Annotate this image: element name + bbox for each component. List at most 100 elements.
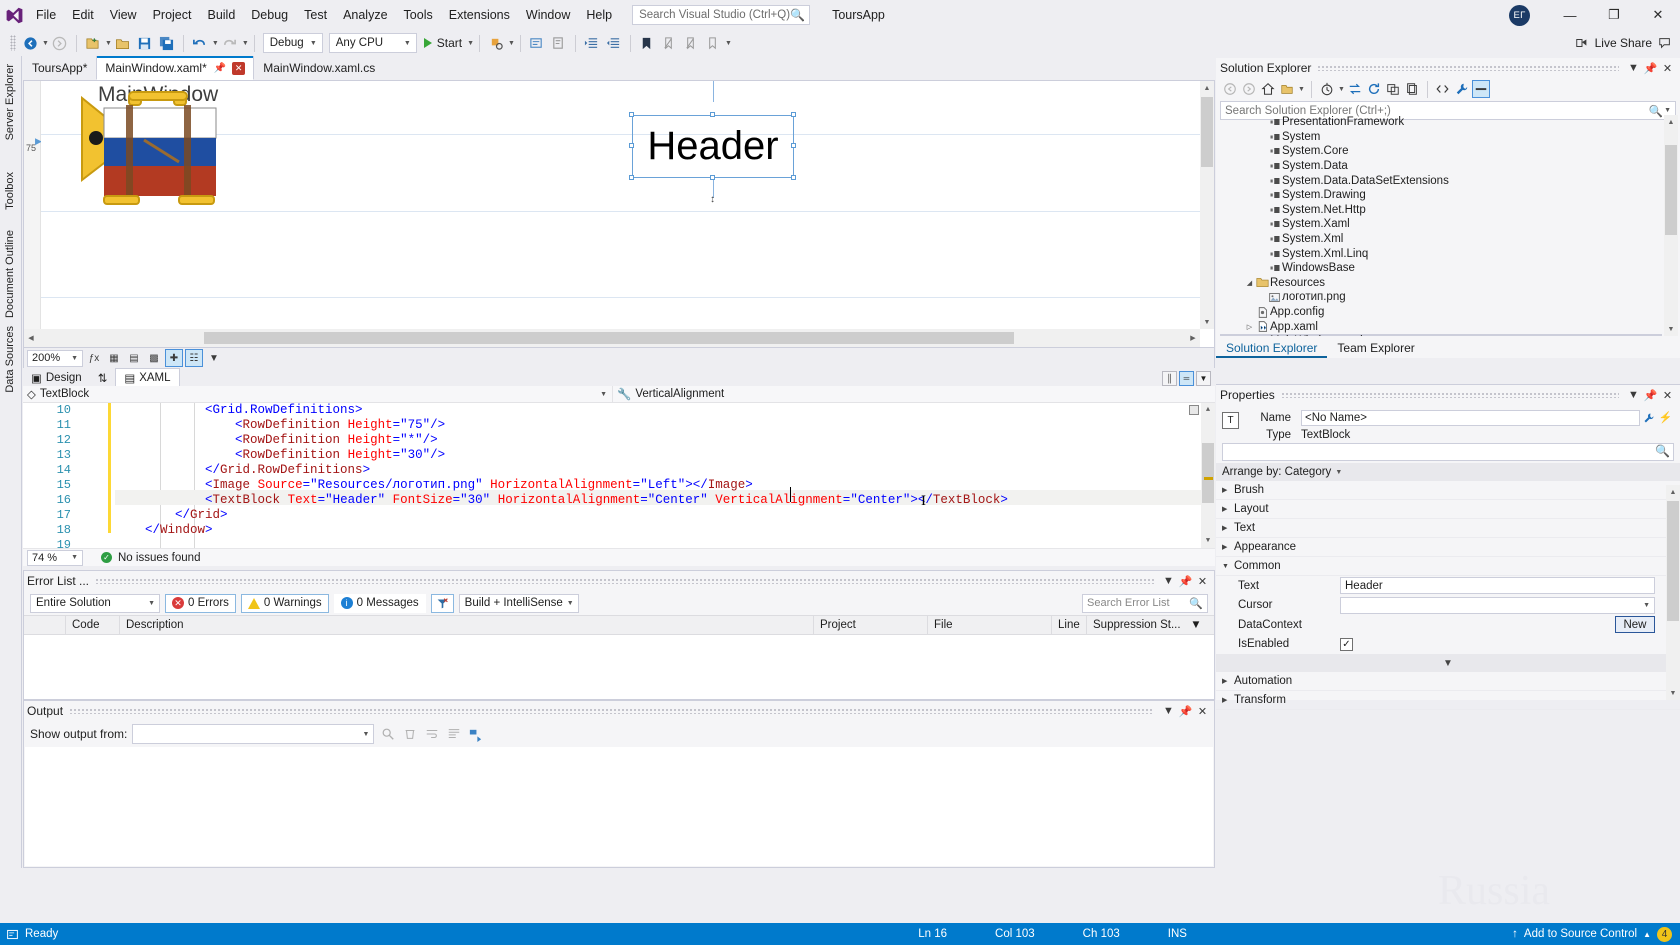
solution-tree[interactable]: PresentationFramework System System.Core Sy… [1220,115,1662,336]
sidebar-item-toolbox[interactable]: Toolbox [0,164,22,218]
messages-toggle[interactable]: i 0 Messages [333,593,426,613]
properties-category-common[interactable]: ▼ Common [1216,557,1680,576]
error-list-dropdown-icon[interactable]: ▼ [1160,573,1177,590]
property-datacontext-new-button[interactable]: New [1615,616,1655,634]
code-line[interactable]: 15 <Image Source="Resources/логотип.png"… [23,478,1215,493]
resize-handle-se[interactable] [791,175,796,180]
properties-category-layout[interactable]: ▶ Layout [1216,500,1680,519]
props-pin-icon[interactable]: 📌 [1642,387,1659,404]
col-suppression[interactable]: Suppression St... [1087,615,1187,635]
menu-edit[interactable]: Edit [64,4,102,26]
sidebar-item-document-outline[interactable]: Document Outline [0,222,22,326]
se-sync-icon[interactable] [1346,80,1364,98]
resize-handle-n[interactable] [710,112,715,117]
code-line[interactable]: 18 </Window> [23,523,1215,538]
output-source-combo[interactable]: ▼ [132,724,375,744]
properties-scrollbar[interactable]: ▲ ▼ [1666,485,1680,700]
navigate-forward-button[interactable] [49,32,71,54]
col-icon[interactable] [24,615,66,635]
se-close-icon[interactable]: ✕ [1659,60,1676,77]
properties-category-brush[interactable]: ▶ Brush [1216,481,1680,500]
xaml-code-editor[interactable]: 10 <Grid.RowDefinitions> 11 <RowDefinitio… [23,403,1215,548]
property-text-input[interactable]: Header [1340,577,1655,595]
code-line[interactable]: 16 <TextBlock Text="Header" FontSize="30… [23,493,1215,508]
uncomment-selection-icon[interactable] [548,32,570,54]
scroll-up-icon[interactable]: ▲ [1201,403,1215,417]
start-debug-button[interactable]: Start [420,32,466,54]
artboard-icon[interactable]: ▩ [145,349,163,367]
se-refresh-icon[interactable] [1365,80,1383,98]
tree-node[interactable]: App.config [1220,305,1662,320]
tree-node[interactable]: System.Core [1220,144,1662,159]
menu-debug[interactable]: Debug [243,4,296,26]
menu-help[interactable]: Help [578,4,620,26]
output-pin-icon[interactable]: 📌 [1177,703,1194,720]
properties-category-appearance[interactable]: ▶ Appearance [1216,538,1680,557]
panel-drag-dots[interactable] [1317,65,1619,71]
se-home-icon[interactable] [1259,80,1277,98]
col-project[interactable]: Project [814,615,928,635]
tree-node[interactable]: System.Drawing [1220,188,1662,203]
properties-expand-more-icon[interactable]: ▼ [1216,654,1680,672]
output-toggle-wrap-icon[interactable] [423,726,440,743]
properties-category-automation[interactable]: ▶ Automation [1216,672,1680,691]
open-file-button[interactable] [112,32,134,54]
menu-window[interactable]: Window [518,4,578,26]
chevron-up-icon[interactable]: ▲ [1643,930,1651,939]
collapse-pane-icon[interactable]: ▼ [1196,370,1211,386]
bookmark-icon[interactable] [636,32,658,54]
props-close-icon[interactable]: ✕ [1659,387,1676,404]
horizontal-split-icon[interactable]: ═ [1179,370,1194,386]
warnings-toggle[interactable]: 0 Warnings [240,593,329,613]
tab-mainwindow-xaml-cs[interactable]: MainWindow.xaml.cs [254,56,385,80]
output-settings-icon[interactable] [467,726,484,743]
properties-category-text[interactable]: ▶ Text [1216,519,1680,538]
properties-category-transform[interactable]: ▶ Transform [1216,691,1680,710]
increase-indent-icon[interactable] [581,32,603,54]
scroll-down-icon[interactable]: ▼ [1200,315,1214,329]
tree-node[interactable]: System.Data.DataSetExtensions [1220,173,1662,188]
tree-node[interactable]: ▷MainWindow.xaml [1220,333,1662,336]
designer-zoom-combo[interactable]: 200% ▼ [27,349,83,367]
output-scroll-lock-icon[interactable] [445,726,462,743]
menu-file[interactable]: File [28,4,64,26]
solution-tree-scrollbar[interactable]: ▲ ▼ [1664,115,1678,336]
panel-drag-dots[interactable] [69,708,1154,714]
properties-arrange-by[interactable]: Arrange by: Category ▼ [1216,463,1680,481]
code-line[interactable]: 19 [23,538,1215,548]
build-filter-combo[interactable]: Build + IntelliSense ▼ [458,593,579,613]
output-text-area[interactable] [25,747,1213,866]
maximize-button[interactable]: ❐ [1592,0,1636,30]
property-isenabled-checkbox[interactable]: ✓ [1340,637,1353,651]
error-list-pin-icon[interactable]: 📌 [1177,573,1194,590]
new-project-button[interactable] [82,32,104,54]
properties-events-icon[interactable]: ⚡ [1657,409,1674,426]
tree-node[interactable]: System.Xml [1220,232,1662,247]
resize-handle-w[interactable] [629,143,634,148]
scroll-up-icon[interactable]: ▲ [1664,115,1678,129]
se-history-icon[interactable] [1318,80,1336,98]
configuration-combo[interactable]: Debug ▼ [262,33,323,53]
editor-property-combo[interactable]: 🔧 VerticalAlignment [613,386,728,403]
editor-element-combo[interactable]: ◇ TextBlock ▼ [23,385,613,403]
se-preview-selected-icon[interactable] [1471,80,1490,98]
selected-textblock[interactable]: Header [632,115,794,178]
platform-combo[interactable]: Any CPU ▼ [328,33,417,53]
code-line[interactable]: 13 <RowDefinition Height="30"/> [23,448,1215,463]
tree-node[interactable]: логотип.png [1220,290,1662,305]
tree-expander-icon[interactable]: ◢ [1244,279,1255,287]
column-filter-icon[interactable]: ▼ [1187,619,1205,631]
save-all-button[interactable] [156,32,178,54]
decrease-indent-icon[interactable] [603,32,625,54]
scroll-left-icon[interactable]: ◀ [24,331,38,345]
start-caret-icon[interactable]: ▼ [467,40,474,47]
se-collapse-all-icon[interactable] [1384,80,1402,98]
scroll-down-icon[interactable]: ▼ [1666,686,1680,700]
tree-node[interactable]: System.Xaml [1220,217,1662,232]
code-line[interactable]: 12 <RowDefinition Height="*"/> [23,433,1215,448]
show-annotations-icon[interactable]: ☷ [185,349,203,367]
tree-node[interactable]: System.Data [1220,159,1662,174]
quick-search-box[interactable]: Search Visual Studio (Ctrl+Q) 🔍 [632,5,811,25]
properties-name-input[interactable]: <No Name> [1301,409,1640,426]
effects-icon[interactable]: ƒx [85,349,103,367]
